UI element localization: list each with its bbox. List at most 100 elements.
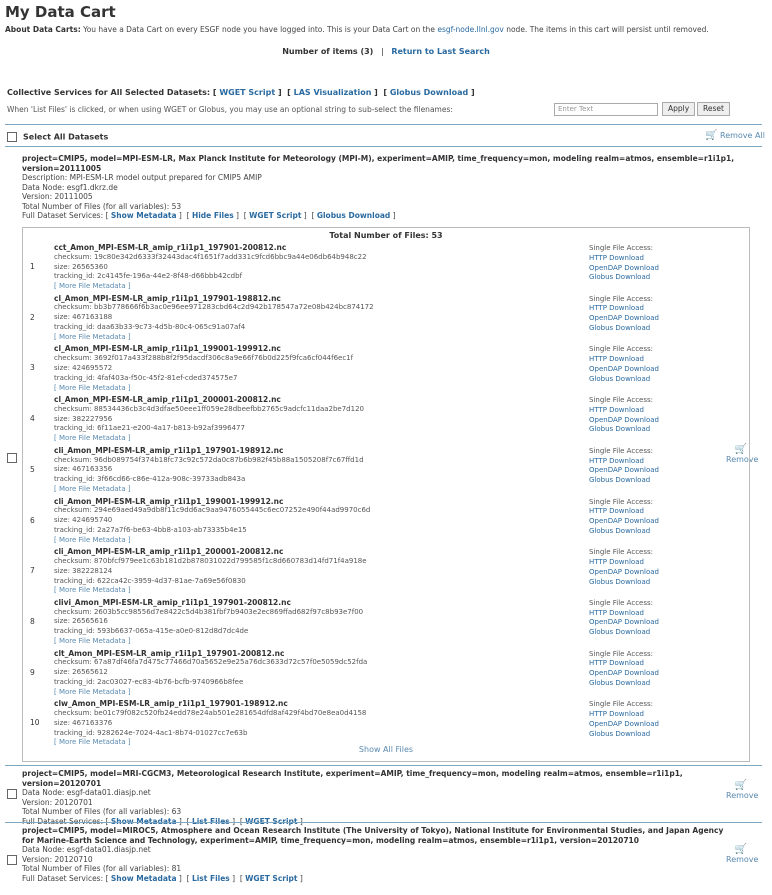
show-all-files-link[interactable]: Show All Files xyxy=(23,745,749,754)
list-files-link[interactable]: List Files xyxy=(192,817,230,826)
collective-wget-link[interactable]: WGET Script xyxy=(219,88,275,97)
separator: | xyxy=(380,47,384,56)
select-all-checkbox[interactable] xyxy=(7,132,17,142)
file-index: 3 xyxy=(30,363,35,373)
node-link[interactable]: esgf-node.llnl.gov xyxy=(437,25,504,34)
opendap-download-link[interactable]: OpenDAP Download xyxy=(589,720,659,730)
file-tracking-id: tracking_id: daa63b33-9c73-4d5b-80c4-065… xyxy=(54,323,246,332)
file-size: size: 26565616 xyxy=(54,617,108,626)
globus-download-link[interactable]: Globus Download xyxy=(589,578,659,588)
remove-label: Remove xyxy=(726,855,759,864)
dataset-checkbox[interactable] xyxy=(7,855,17,865)
more-file-metadata-link[interactable]: [ More File Metadata ] xyxy=(54,282,367,292)
show-metadata-link[interactable]: Show Metadata xyxy=(111,211,177,220)
more-file-metadata-link[interactable]: [ More File Metadata ] xyxy=(54,637,363,647)
filter-text-input[interactable]: Enter Text xyxy=(554,103,658,116)
globus-download-link[interactable]: Globus Download xyxy=(589,324,659,334)
http-download-link[interactable]: HTTP Download xyxy=(589,457,659,467)
more-file-metadata-link[interactable]: [ More File Metadata ] xyxy=(54,333,374,343)
globus-download-link[interactable]: Globus Download xyxy=(589,628,659,638)
opendap-download-link[interactable]: OpenDAP Download xyxy=(589,618,659,628)
more-file-metadata-link[interactable]: [ More File Metadata ] xyxy=(54,586,367,596)
file-checksum: checksum: 88534436cb3c4d3dfae50eee1ff059… xyxy=(54,404,364,413)
dataset-2: project=CMIP5, model=MRI-CGCM3, Meteorol… xyxy=(22,769,737,826)
file-index: 10 xyxy=(30,718,40,728)
divider xyxy=(5,765,762,766)
single-file-access: Single File Access: HTTP Download OpenDAP … xyxy=(589,650,659,689)
dataset-1: project=CMIP5, model=MPI-ESM-LR, Max Pla… xyxy=(22,154,737,221)
dataset-node: Data Node: esgf1.dkrz.de xyxy=(22,182,118,192)
collective-las-link[interactable]: LAS Visualization xyxy=(294,88,372,97)
more-file-metadata-link[interactable]: [ More File Metadata ] xyxy=(54,688,367,698)
http-download-link[interactable]: HTTP Download xyxy=(589,609,659,619)
globus-download-link[interactable]: Globus Download xyxy=(589,527,659,537)
opendap-download-link[interactable]: OpenDAP Download xyxy=(589,568,659,578)
remove-all-button[interactable]: 🛒 Remove All xyxy=(705,131,765,141)
more-file-metadata-link[interactable]: [ More File Metadata ] xyxy=(54,536,370,546)
more-file-metadata-link[interactable]: [ More File Metadata ] xyxy=(54,434,364,444)
remove-button[interactable]: 🛒 Remove xyxy=(726,845,759,865)
single-file-access: Single File Access: HTTP Download OpenDAP … xyxy=(589,396,659,435)
file-checksum: checksum: bb3b778666f6b3ac0e96ee971283cb… xyxy=(54,303,374,312)
file-name: clivi_Amon_MPI-ESM-LR_amip_r1i1p1_197901… xyxy=(54,597,291,607)
file-info: cl_Amon_MPI-ESM-LR_amip_r1i1p1_197901-19… xyxy=(54,294,374,343)
divider xyxy=(5,146,762,147)
wget-script-link[interactable]: WGET Script xyxy=(249,211,301,220)
file-size: size: 424695740 xyxy=(54,516,113,525)
file-index: 1 xyxy=(30,262,35,271)
dataset-services: Full Dataset Services: [ Show Metadata ]… xyxy=(22,873,303,883)
file-index: 4 xyxy=(30,414,35,424)
single-file-access: Single File Access: HTTP Download OpenDAP … xyxy=(589,498,659,537)
dataset-checkbox[interactable] xyxy=(7,453,17,463)
http-download-link[interactable]: HTTP Download xyxy=(589,355,659,365)
opendap-download-link[interactable]: OpenDAP Download xyxy=(589,264,659,274)
opendap-download-link[interactable]: OpenDAP Download xyxy=(589,314,659,324)
http-download-link[interactable]: HTTP Download xyxy=(589,659,659,669)
globus-download-link[interactable]: Globus Download xyxy=(589,730,659,740)
show-metadata-link[interactable]: Show Metadata xyxy=(111,817,177,826)
file-tracking-id: tracking_id: 2a27a7f6-be63-4bb8-a103-ab7… xyxy=(54,525,247,534)
globus-download-link[interactable]: Globus Download xyxy=(589,375,659,385)
opendap-download-link[interactable]: OpenDAP Download xyxy=(589,669,659,679)
globus-download-link[interactable]: Globus Download xyxy=(317,211,390,220)
opendap-download-link[interactable]: OpenDAP Download xyxy=(589,517,659,527)
http-download-link[interactable]: HTTP Download xyxy=(589,710,659,720)
file-info: cli_Amon_MPI-ESM-LR_amip_r1i1p1_197901-1… xyxy=(54,446,364,495)
hide-files-link[interactable]: Hide Files xyxy=(192,211,234,220)
collective-globus-link[interactable]: Globus Download xyxy=(390,88,468,97)
apply-button[interactable]: Apply xyxy=(662,102,696,116)
file-size: size: 26565612 xyxy=(54,668,108,677)
single-file-access: Single File Access: HTTP Download OpenDAP … xyxy=(589,700,659,739)
opendap-download-link[interactable]: OpenDAP Download xyxy=(589,416,659,426)
single-file-access: Single File Access: HTTP Download OpenDAP … xyxy=(589,345,659,384)
return-to-last-search-link[interactable]: Return to Last Search xyxy=(391,47,489,56)
http-download-link[interactable]: HTTP Download xyxy=(589,254,659,264)
more-file-metadata-link[interactable]: [ More File Metadata ] xyxy=(54,485,364,495)
file-info: clw_Amon_MPI-ESM-LR_amip_r1i1p1_197901-1… xyxy=(54,699,366,748)
http-download-link[interactable]: HTTP Download xyxy=(589,558,659,568)
file-checksum: checksum: 870bfcf979ee1c63b181d2b8780310… xyxy=(54,556,367,565)
file-tracking-id: tracking_id: 9282624e-7024-4ac1-8b74-010… xyxy=(54,728,248,737)
globus-download-link[interactable]: Globus Download xyxy=(589,425,659,435)
reset-button[interactable]: Reset xyxy=(697,102,730,116)
wget-script-link[interactable]: WGET Script xyxy=(245,817,297,826)
more-file-metadata-link[interactable]: [ More File Metadata ] xyxy=(54,384,353,394)
file-checksum: checksum: 3692f017a433f288b8f2f95dacdf30… xyxy=(54,354,354,363)
http-download-link[interactable]: HTTP Download xyxy=(589,406,659,416)
http-download-link[interactable]: HTTP Download xyxy=(589,507,659,517)
opendap-download-link[interactable]: OpenDAP Download xyxy=(589,365,659,375)
dataset-total-files: Total Number of Files (for all variables… xyxy=(22,864,182,873)
globus-download-link[interactable]: Globus Download xyxy=(589,679,659,689)
dataset-checkbox[interactable] xyxy=(7,789,17,799)
opendap-download-link[interactable]: OpenDAP Download xyxy=(589,466,659,476)
file-name: cl_Amon_MPI-ESM-LR_amip_r1i1p1_197901-19… xyxy=(54,293,281,303)
globus-download-link[interactable]: Globus Download xyxy=(589,476,659,486)
wget-script-link[interactable]: WGET Script xyxy=(245,874,297,883)
http-download-link[interactable]: HTTP Download xyxy=(589,304,659,314)
show-metadata-link[interactable]: Show Metadata xyxy=(111,874,177,883)
globus-download-link[interactable]: Globus Download xyxy=(589,273,659,283)
dataset-description: Description: MPI-ESM-LR model output pre… xyxy=(22,173,262,182)
files-total: Total Number of Files: 53 xyxy=(329,231,443,240)
list-files-link[interactable]: List Files xyxy=(192,874,230,883)
remove-button[interactable]: 🛒 Remove xyxy=(726,781,758,801)
